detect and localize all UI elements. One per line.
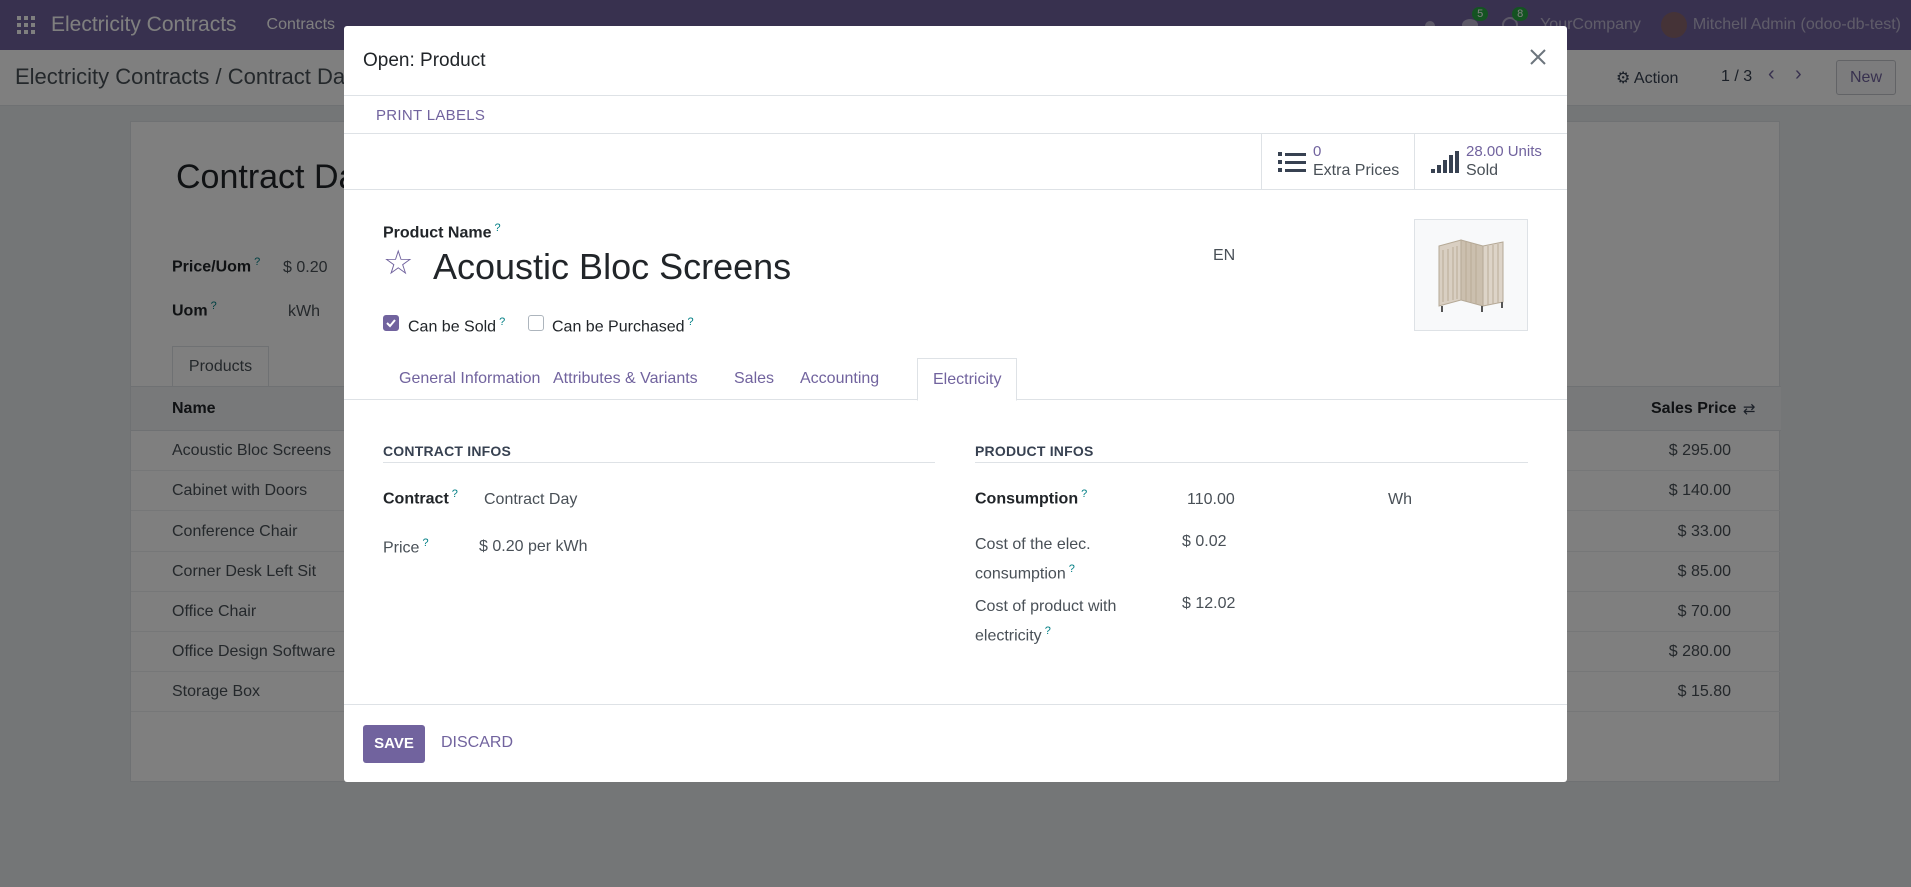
units-sold-value: 28.00 Units (1466, 143, 1542, 160)
list-icon (1278, 151, 1306, 178)
units-sold-label: Sold (1466, 162, 1499, 179)
product-tabs: General Information Attributes & Variant… (344, 358, 1567, 401)
product-infos-divider (975, 462, 1528, 463)
close-icon[interactable] (1525, 44, 1551, 70)
consumption-label: Consumption? (975, 488, 1088, 508)
product-infos-title: PRODUCT INFOS (975, 443, 1094, 459)
contract-infos-divider (383, 462, 935, 463)
can-be-purchased-checkbox[interactable] (528, 315, 544, 331)
price-unit: kWh (555, 538, 588, 555)
can-be-purchased-label[interactable]: Can be Purchased? (552, 316, 694, 336)
product-dialog: Open: Product PRINT LABELS 0 Extra Price… (344, 26, 1567, 782)
cost-elec-consumption-label: Cost of the elec. consumption? (975, 536, 1091, 583)
contract-infos-title: CONTRACT INFOS (383, 443, 512, 459)
price-per: per (527, 538, 552, 555)
extra-prices-value: 0 (1313, 143, 1322, 160)
price-label: Price? (383, 537, 429, 557)
product-name-input[interactable]: Acoustic Bloc Screens (433, 246, 791, 288)
consumption-unit: Wh (1388, 491, 1412, 508)
dialog-footer: SAVE DISCARD (344, 704, 1567, 782)
tab-attributes-variants[interactable]: Attributes & Variants (538, 358, 713, 400)
product-image[interactable] (1414, 219, 1528, 331)
tab-accounting[interactable]: Accounting (785, 358, 894, 400)
save-button[interactable]: SAVE (363, 725, 425, 763)
price-field: $ 0.20 per kWh (479, 538, 588, 556)
cost-elec-consumption-value: $ 0.02 (1182, 533, 1227, 550)
smart-buttons: 0 Extra Prices 28.00 Units Sold (344, 134, 1567, 190)
extra-prices-button[interactable]: 0 Extra Prices (1261, 134, 1414, 190)
price-value: $ 0.20 (479, 538, 524, 555)
discard-button[interactable]: DISCARD (441, 734, 513, 752)
cost-product-electricity-label: Cost of product with electricity? (975, 598, 1117, 645)
contract-field[interactable]: Contract Day (484, 491, 577, 509)
product-name-label: Product Name? (383, 222, 501, 242)
can-be-sold-checkbox[interactable] (383, 315, 399, 331)
tab-electricity[interactable]: Electricity (917, 358, 1018, 401)
cost-product-electricity-value: $ 12.02 (1182, 595, 1236, 612)
language-toggle[interactable]: EN (1213, 247, 1235, 265)
contract-label: Contract? (383, 488, 458, 508)
units-sold-button[interactable]: 28.00 Units Sold (1414, 134, 1567, 190)
can-be-sold-label[interactable]: Can be Sold? (408, 316, 505, 336)
tab-sales[interactable]: Sales (719, 358, 789, 400)
dialog-title: Open: Product (363, 50, 486, 71)
signal-bars-icon (1431, 151, 1459, 178)
consumption-field[interactable]: 110.00 (1187, 491, 1235, 509)
star-icon[interactable]: ☆ (383, 246, 413, 280)
dialog-header: Open: Product (344, 26, 1567, 96)
extra-prices-label: Extra Prices (1313, 162, 1400, 179)
tab-general-information[interactable]: General Information (384, 358, 555, 400)
print-labels-button[interactable]: PRINT LABELS (376, 107, 485, 124)
dialog-statusbar: PRINT LABELS (344, 96, 1567, 134)
